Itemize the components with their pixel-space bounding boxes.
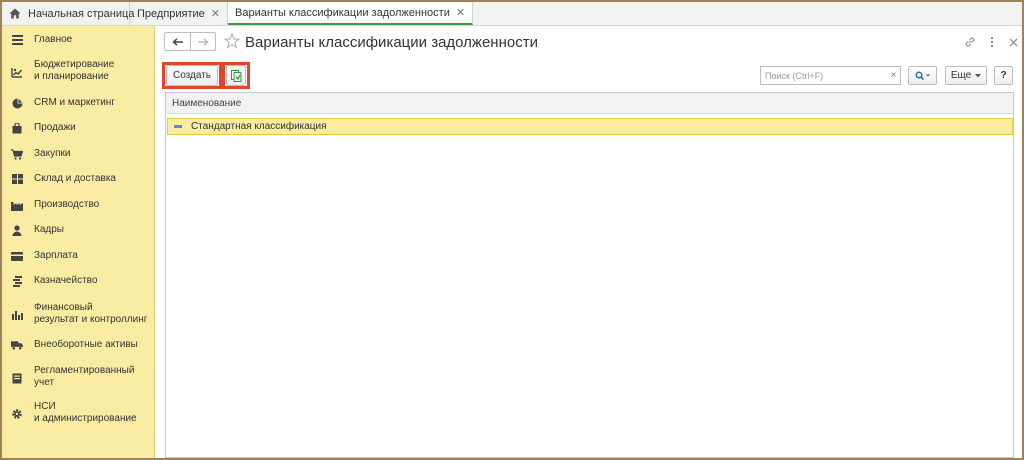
- factory-icon: [11, 199, 23, 211]
- sidebar-item-production[interactable]: Производство: [2, 198, 155, 212]
- sidebar-item-label: Внеоборотные активы: [34, 339, 138, 350]
- sidebar-item-label: Казначейство: [34, 275, 98, 286]
- pie-chart-icon: [11, 97, 23, 109]
- sidebar-item-regulated-accounting[interactable]: Регламентированный учет: [2, 364, 155, 390]
- sidebar-item-label: НСИ и администрирование: [34, 401, 137, 424]
- more-vertical-icon[interactable]: [986, 36, 998, 48]
- sidebar-item-purchases[interactable]: Закупки: [2, 147, 155, 161]
- page-title: Варианты классификации задолженности: [245, 34, 538, 51]
- home-icon: [9, 8, 21, 19]
- sidebar-item-main[interactable]: Главное: [2, 33, 155, 47]
- bar-chart-icon: [11, 309, 23, 321]
- gear-icon: [11, 408, 23, 420]
- search-clear-button[interactable]: ×: [887, 66, 901, 85]
- warehouse-icon: [11, 173, 23, 185]
- search-input[interactable]: [760, 66, 888, 85]
- close-icon[interactable]: ✕: [456, 6, 465, 19]
- search-icon: [914, 71, 930, 80]
- table-row[interactable]: Стандартная классификация: [167, 118, 1013, 135]
- sidebar: Главное Бюджетирование и планирование CR…: [2, 26, 155, 458]
- menu-icon: [11, 34, 23, 46]
- tab-label: Варианты классификации задолженности: [235, 6, 450, 19]
- history-nav: [164, 32, 216, 51]
- tab-enterprise[interactable]: Предприятие ✕: [130, 2, 229, 25]
- sidebar-item-label: Зарплата: [34, 250, 78, 261]
- back-button[interactable]: [165, 33, 190, 50]
- sidebar-item-sales[interactable]: Продажи: [2, 121, 155, 135]
- list-table: Наименование Стандартная классификация: [165, 92, 1014, 458]
- sidebar-item-label: Закупки: [34, 148, 71, 159]
- sidebar-item-label: Склад и доставка: [34, 173, 116, 184]
- person-icon: [11, 224, 23, 236]
- sidebar-item-budgeting[interactable]: Бюджетирование и планирование: [2, 58, 155, 84]
- sidebar-item-label: Бюджетирование и планирование: [34, 59, 115, 82]
- sidebar-item-nsi-admin[interactable]: НСИ и администрирование: [2, 400, 155, 426]
- sidebar-item-salary[interactable]: Зарплата: [2, 249, 155, 263]
- tab-label: Начальная страница: [28, 7, 135, 20]
- sidebar-item-label: Главное: [34, 34, 73, 45]
- tab-debt-classification[interactable]: Варианты классификации задолженности ✕: [228, 2, 474, 25]
- column-header-name[interactable]: Наименование: [172, 98, 241, 109]
- forward-button[interactable]: [190, 33, 215, 50]
- catalog-item-icon: [174, 125, 182, 128]
- favorite-star-icon[interactable]: [223, 32, 241, 49]
- create-button[interactable]: Создать: [166, 65, 218, 86]
- copy-button[interactable]: [226, 65, 246, 86]
- tab-home[interactable]: Начальная страница: [2, 2, 134, 25]
- cart-icon: [11, 148, 23, 160]
- tab-label: Предприятие: [137, 7, 205, 20]
- app-window: Начальная страница Предприятие ✕ Вариант…: [2, 2, 1022, 458]
- sidebar-item-hr[interactable]: Кадры: [2, 223, 155, 237]
- sidebar-item-label: Регламентированный учет: [34, 365, 135, 388]
- arrow-left-icon: [171, 37, 183, 46]
- wallet-icon: [11, 250, 23, 262]
- budget-icon: [11, 66, 23, 78]
- sidebar-item-label: Кадры: [34, 224, 64, 235]
- sidebar-item-label: Финансовый результат и контроллинг: [34, 302, 148, 325]
- report-icon: [11, 372, 23, 384]
- help-button[interactable]: ?: [994, 66, 1013, 85]
- sidebar-item-label: Продажи: [34, 122, 76, 133]
- close-icon[interactable]: [1007, 36, 1019, 48]
- coins-icon: [11, 275, 23, 287]
- truck-icon: [11, 339, 23, 351]
- sidebar-item-label: Производство: [34, 199, 100, 210]
- more-button-label: Еще: [950, 70, 972, 81]
- main-content: Варианты классификации задолженности Соз…: [156, 26, 1022, 458]
- more-button[interactable]: Еще: [945, 66, 987, 85]
- sidebar-item-fixed-assets[interactable]: Внеоборотные активы: [2, 338, 155, 352]
- copy-document-icon: [230, 69, 241, 82]
- table-header: Наименование: [166, 93, 1013, 114]
- row-name: Стандартная классификация: [191, 121, 327, 132]
- chevron-down-icon: [975, 73, 982, 77]
- arrow-right-icon: [198, 37, 209, 46]
- close-icon[interactable]: ✕: [211, 7, 220, 20]
- sidebar-item-crm[interactable]: CRM и маркетинг: [2, 96, 155, 110]
- sidebar-item-warehouse[interactable]: Склад и доставка: [2, 172, 155, 186]
- sidebar-item-treasury[interactable]: Казначейство: [2, 274, 155, 288]
- shopping-bag-icon: [11, 122, 23, 134]
- search-button[interactable]: [908, 66, 937, 85]
- link-icon[interactable]: [964, 36, 976, 48]
- tab-bar: Начальная страница Предприятие ✕ Вариант…: [2, 2, 1022, 26]
- sidebar-item-financial-result[interactable]: Финансовый результат и контроллинг: [2, 301, 155, 327]
- sidebar-item-label: CRM и маркетинг: [34, 97, 115, 108]
